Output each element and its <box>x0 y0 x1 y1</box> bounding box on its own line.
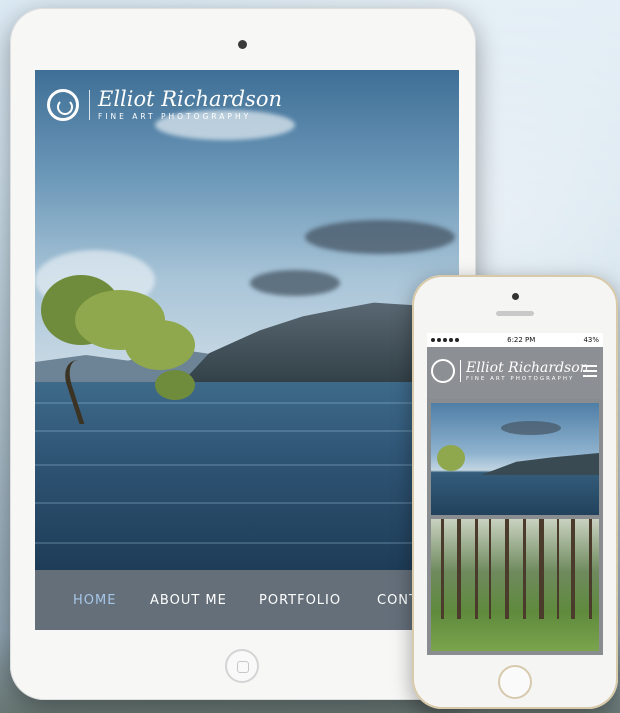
ipad-camera <box>238 40 247 49</box>
battery-level: 43% <box>583 336 599 344</box>
brand-tagline: FINE ART PHOTOGRAPHY <box>98 112 252 121</box>
tree-foliage <box>125 320 195 370</box>
logo-divider <box>89 89 90 120</box>
brand-name: Elliot Richardson <box>98 87 282 111</box>
ipad-home-button <box>225 649 259 683</box>
ipad-screen: Elliot Richardson FINE ART PHOTOGRAPHY H… <box>35 70 459 630</box>
main-navigation: HOME ABOUT ME PORTFOLIO CONT <box>35 570 459 630</box>
iphone-home-button <box>498 665 532 699</box>
mobile-brand-tagline: FINE ART PHOTOGRAPHY <box>466 376 575 382</box>
aperture-icon <box>47 88 79 121</box>
iphone-speaker <box>496 311 534 316</box>
site-logo[interactable]: Elliot Richardson FINE ART PHOTOGRAPHY <box>47 88 282 121</box>
hamburger-menu-icon[interactable] <box>583 365 597 380</box>
cloud <box>250 270 340 296</box>
status-bar: 6:22 PM 43% <box>427 333 603 347</box>
nav-about-me[interactable]: ABOUT ME <box>150 593 227 608</box>
signal-icon <box>431 338 459 342</box>
gallery-image-forest[interactable] <box>431 519 599 651</box>
nav-home[interactable]: HOME <box>73 593 116 608</box>
iphone-screen: 6:22 PM 43% Elliot Richardson FINE ART P… <box>427 333 603 655</box>
status-time: 6:22 PM <box>507 336 536 344</box>
mobile-site-logo[interactable]: Elliot Richardson FINE ART PHOTOGRAPHY <box>431 359 589 383</box>
aperture-icon <box>431 359 455 383</box>
iphone-camera <box>512 293 519 300</box>
ipad-device: Elliot Richardson FINE ART PHOTOGRAPHY H… <box>10 8 476 700</box>
cloud <box>305 220 455 254</box>
iphone-device: 6:22 PM 43% Elliot Richardson FINE ART P… <box>412 275 618 709</box>
gallery-image-lake[interactable] <box>431 403 599 515</box>
logo-divider <box>460 360 461 382</box>
mobile-header: Elliot Richardson FINE ART PHOTOGRAPHY <box>427 347 603 399</box>
mobile-brand-name: Elliot Richardson <box>466 360 589 376</box>
tree-foliage <box>155 370 195 400</box>
nav-portfolio[interactable]: PORTFOLIO <box>259 593 341 608</box>
